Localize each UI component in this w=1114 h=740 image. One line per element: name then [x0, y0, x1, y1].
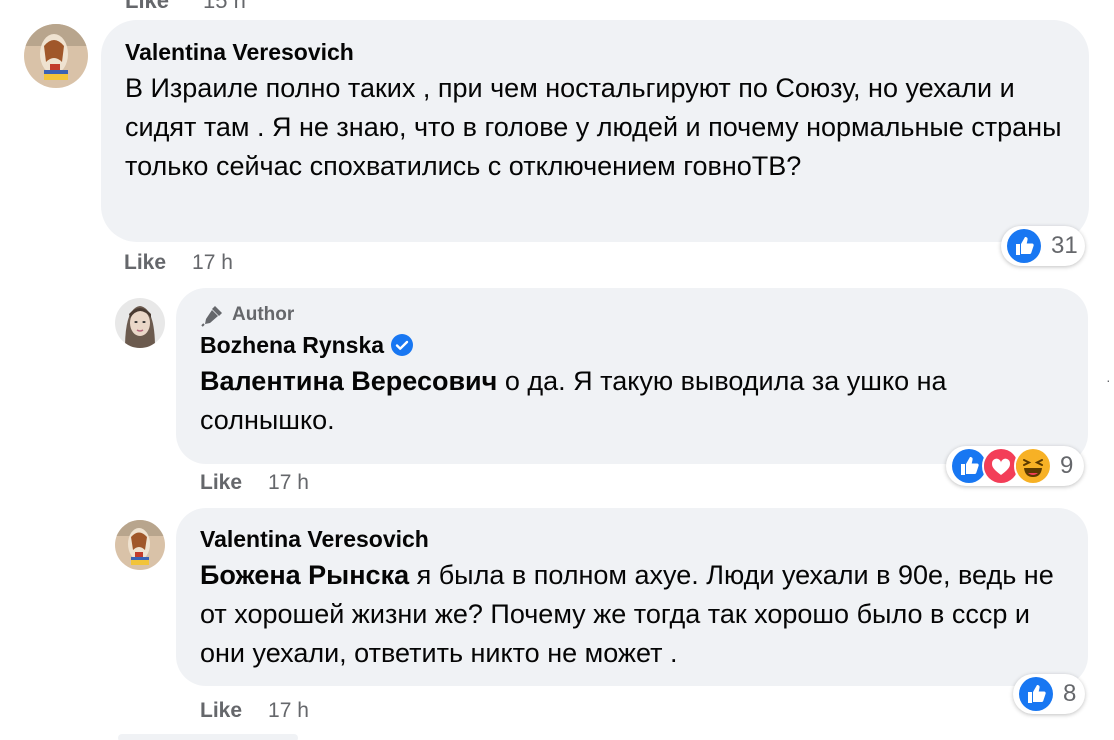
- timestamp[interactable]: 15 h: [203, 0, 246, 13]
- like-action[interactable]: Like: [125, 0, 169, 13]
- next-comment-bubble-edge: [118, 734, 298, 740]
- reaction-count: 31: [1051, 232, 1078, 259]
- timestamp[interactable]: 17 h: [268, 471, 309, 494]
- comment-thread: Like 15 h Valentina Veresovich В Израиле …: [0, 0, 1114, 740]
- author-badge-label: Author: [232, 304, 295, 325]
- like-icon: [1017, 675, 1055, 713]
- more-options-icon[interactable]: ·: [1106, 372, 1114, 388]
- comment-actions: Like 17 h: [200, 471, 309, 495]
- reaction-summary[interactable]: 31: [1001, 226, 1085, 266]
- like-action[interactable]: Like: [200, 699, 242, 722]
- comment-bubble: Valentina Veresovich В Израиле полно так…: [101, 20, 1089, 242]
- timestamp[interactable]: 17 h: [268, 699, 309, 722]
- comment-author[interactable]: Valentina Veresovich: [125, 37, 1065, 67]
- reaction-summary[interactable]: 9: [946, 446, 1084, 486]
- microphone-icon: [201, 306, 222, 327]
- avatar[interactable]: [115, 520, 165, 570]
- author-badge: Author: [200, 300, 1064, 330]
- avatar[interactable]: [24, 24, 88, 88]
- mention-link[interactable]: Валентина Вересович: [200, 366, 497, 396]
- reaction-count: 8: [1063, 680, 1077, 707]
- comment-author[interactable]: Valentina Veresovich: [200, 524, 1064, 554]
- comment-text: В Израиле полно таких , при чем ностальг…: [125, 73, 1062, 181]
- comment-text: Валентина Вересович о да. Я такую выводи…: [200, 362, 1064, 440]
- verified-badge-icon: [391, 334, 414, 356]
- like-icon: [1005, 227, 1043, 265]
- timestamp[interactable]: 17 h: [192, 251, 233, 274]
- comment-bubble: Author Bozhena Rynska Валентина Вересови…: [176, 288, 1088, 464]
- reaction-summary[interactable]: 8: [1013, 674, 1085, 714]
- partial-comment-actions: Like 15 h: [125, 0, 246, 14]
- mention-link[interactable]: Божена Рынска: [200, 560, 409, 590]
- comment-text: Божена Рынска я была в полном ахуе. Люди…: [200, 556, 1064, 673]
- like-action[interactable]: Like: [200, 471, 242, 494]
- comment-author[interactable]: Bozhena Rynska: [200, 330, 384, 360]
- avatar[interactable]: [115, 298, 165, 348]
- comment-actions: Like 17 h: [124, 251, 233, 275]
- comment-actions: Like 17 h: [200, 699, 309, 723]
- comment-bubble: Valentina Veresovich Божена Рынска я был…: [176, 508, 1088, 686]
- like-action[interactable]: Like: [124, 251, 166, 274]
- haha-icon: [1014, 447, 1052, 485]
- reaction-count: 9: [1060, 452, 1074, 479]
